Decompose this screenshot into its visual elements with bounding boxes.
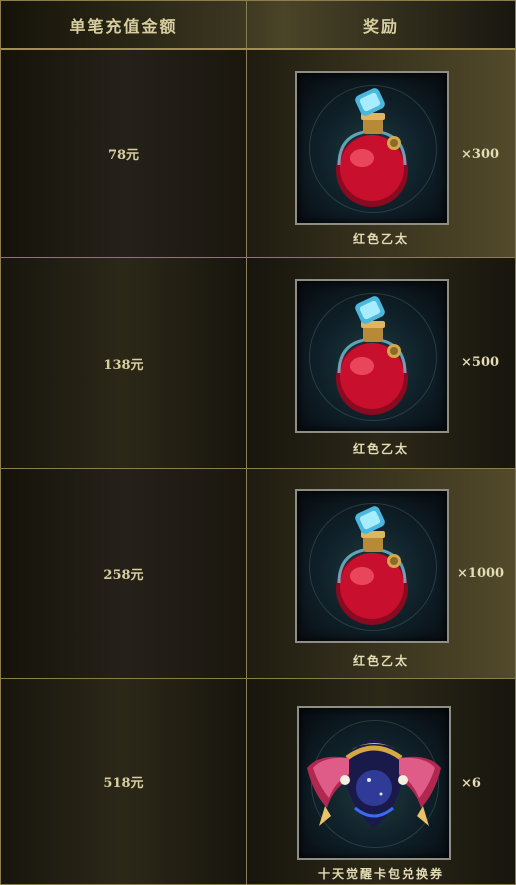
- reward-cell: ×500 红色乙太: [247, 258, 515, 468]
- red-ether-potion-icon: [295, 279, 449, 433]
- recharge-amount: 258元: [1, 469, 247, 678]
- header-reward: 奖励: [362, 16, 399, 36]
- reward-item-name: 红色乙太: [352, 654, 409, 668]
- reward-cell: ×300 红色乙太: [247, 50, 515, 257]
- reward-quantity: ×500: [461, 355, 500, 370]
- reward-item-name: 十天觉醒卡包兑换券: [317, 867, 444, 881]
- header-amount: 单笔充值金额: [1, 1, 247, 48]
- reward-quantity: ×6: [461, 776, 481, 791]
- red-ether-potion-icon: [295, 71, 449, 225]
- reward-quantity: ×1000: [457, 566, 505, 581]
- reward-cell: ×6 十天觉醒卡包兑换券: [247, 679, 515, 884]
- reward-cell: ×1000 红色乙太: [247, 469, 515, 678]
- table-row: 78元 ×300 红色乙太: [1, 50, 515, 258]
- table-row: 138元 ×500 红色乙太: [1, 258, 515, 469]
- recharge-amount: 518元: [1, 679, 247, 884]
- reward-item-name: 红色乙太: [352, 232, 409, 246]
- table-row: 258元 ×1000 红色乙太: [1, 469, 515, 679]
- awakening-card-pack-emblem-icon: [297, 706, 451, 860]
- reward-item-name: 红色乙太: [352, 442, 409, 456]
- table-header: 单笔充值金额 奖励: [1, 1, 515, 50]
- table-row: 518元 ×6 十天觉醒卡包兑换券: [1, 679, 515, 884]
- red-ether-potion-icon: [295, 489, 449, 643]
- reward-quantity: ×300: [461, 147, 500, 162]
- recharge-amount: 138元: [1, 258, 247, 468]
- recharge-amount: 78元: [1, 50, 247, 257]
- reward-table: 单笔充值金额 奖励 78元 ×300 红色乙太 138元 ×500 红色乙太 2…: [0, 0, 516, 885]
